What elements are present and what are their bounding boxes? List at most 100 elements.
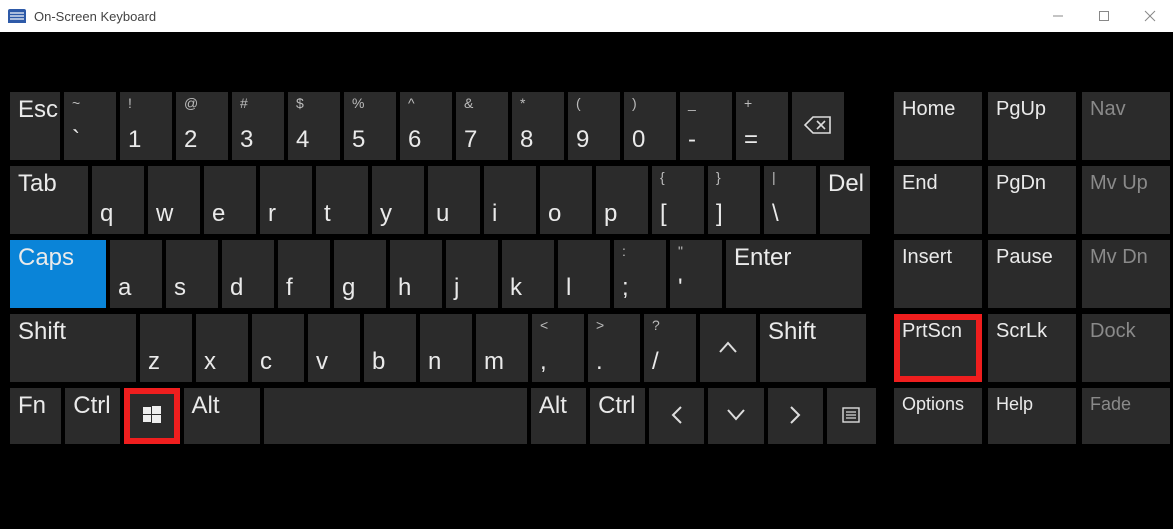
key-del[interactable]: Del — [820, 166, 870, 234]
key-y[interactable]: y — [372, 166, 424, 234]
key-c[interactable]: c — [252, 314, 304, 382]
key-9[interactable]: (9 — [568, 92, 620, 160]
key-5[interactable]: %5 — [344, 92, 396, 160]
row-5: Fn Ctrl Alt Alt Ctrl — [10, 388, 876, 444]
row-1: Esc ~` !1 @2 #3 $4 %5 ^6 &7 *8 (9 )0 _- … — [10, 92, 876, 160]
key-period[interactable]: >. — [588, 314, 640, 382]
key-arrow-down[interactable] — [708, 388, 763, 444]
key-help[interactable]: Help — [988, 388, 1076, 444]
key-enter[interactable]: Enter — [726, 240, 862, 308]
app-icon — [8, 9, 26, 23]
key-o[interactable]: o — [540, 166, 592, 234]
key-arrow-left[interactable] — [649, 388, 704, 444]
key-context-menu[interactable] — [827, 388, 876, 444]
key-0[interactable]: )0 — [624, 92, 676, 160]
maximize-icon — [1098, 10, 1110, 22]
key-equals[interactable]: += — [736, 92, 788, 160]
key-pause[interactable]: Pause — [988, 240, 1076, 308]
key-right-bracket[interactable]: }] — [708, 166, 760, 234]
row-2: Tab q w e r t y u i o p {[ }] |\ Del — [10, 166, 876, 234]
key-backspace[interactable] — [792, 92, 844, 160]
key-j[interactable]: j — [446, 240, 498, 308]
maximize-button[interactable] — [1081, 0, 1127, 32]
key-m[interactable]: m — [476, 314, 528, 382]
key-h[interactable]: h — [390, 240, 442, 308]
key-1[interactable]: !1 — [120, 92, 172, 160]
key-ctrl-right[interactable]: Ctrl — [590, 388, 645, 444]
key-space[interactable] — [264, 388, 527, 444]
key-backslash[interactable]: |\ — [764, 166, 816, 234]
key-n[interactable]: n — [420, 314, 472, 382]
key-scrlk[interactable]: ScrLk — [988, 314, 1076, 382]
close-button[interactable] — [1127, 0, 1173, 32]
key-alt-left[interactable]: Alt — [184, 388, 261, 444]
key-4[interactable]: $4 — [288, 92, 340, 160]
key-backtick[interactable]: ~` — [64, 92, 116, 160]
key-b[interactable]: b — [364, 314, 416, 382]
key-l[interactable]: l — [558, 240, 610, 308]
key-arrow-right[interactable] — [768, 388, 823, 444]
key-tab[interactable]: Tab — [10, 166, 88, 234]
chevron-left-icon — [669, 404, 685, 426]
key-f[interactable]: f — [278, 240, 330, 308]
key-comma[interactable]: <, — [532, 314, 584, 382]
key-v[interactable]: v — [308, 314, 360, 382]
key-shift-left[interactable]: Shift — [10, 314, 136, 382]
key-pgdn[interactable]: PgDn — [988, 166, 1076, 234]
key-u[interactable]: u — [428, 166, 480, 234]
key-insert[interactable]: Insert — [894, 240, 982, 308]
key-left-bracket[interactable]: {[ — [652, 166, 704, 234]
key-dock[interactable]: Dock — [1082, 314, 1170, 382]
key-s[interactable]: s — [166, 240, 218, 308]
key-alt-right[interactable]: Alt — [531, 388, 586, 444]
key-shift-right[interactable]: Shift — [760, 314, 866, 382]
key-a[interactable]: a — [110, 240, 162, 308]
key-w[interactable]: w — [148, 166, 200, 234]
key-7[interactable]: &7 — [456, 92, 508, 160]
key-slash[interactable]: ?/ — [644, 314, 696, 382]
key-quote[interactable]: "' — [670, 240, 722, 308]
key-q[interactable]: q — [92, 166, 144, 234]
key-e[interactable]: e — [204, 166, 256, 234]
key-6[interactable]: ^6 — [400, 92, 452, 160]
key-p[interactable]: p — [596, 166, 648, 234]
key-minus[interactable]: _- — [680, 92, 732, 160]
key-d[interactable]: d — [222, 240, 274, 308]
key-fade[interactable]: Fade — [1082, 388, 1170, 444]
key-pgup[interactable]: PgUp — [988, 92, 1076, 160]
key-k[interactable]: k — [502, 240, 554, 308]
key-arrow-up[interactable] — [700, 314, 756, 382]
menu-icon — [842, 407, 860, 423]
row-3: Caps a s d f g h j k l :; "' Enter — [10, 240, 876, 308]
key-prtscn[interactable]: PrtScn — [894, 314, 982, 382]
chevron-right-icon — [787, 404, 803, 426]
key-r[interactable]: r — [260, 166, 312, 234]
key-semicolon[interactable]: :; — [614, 240, 666, 308]
key-8[interactable]: *8 — [512, 92, 564, 160]
window-title: On-Screen Keyboard — [34, 9, 156, 24]
key-home[interactable]: Home — [894, 92, 982, 160]
key-ctrl-left[interactable]: Ctrl — [65, 388, 120, 444]
key-z[interactable]: z — [140, 314, 192, 382]
key-caps[interactable]: Caps — [10, 240, 106, 308]
key-nav[interactable]: Nav — [1082, 92, 1170, 160]
key-3[interactable]: #3 — [232, 92, 284, 160]
windows-icon — [142, 405, 162, 425]
key-t[interactable]: t — [316, 166, 368, 234]
key-esc[interactable]: Esc — [10, 92, 60, 160]
keyboard-area: Esc ~` !1 @2 #3 $4 %5 ^6 &7 *8 (9 )0 _- … — [0, 32, 1173, 529]
main-key-cluster: Esc ~` !1 @2 #3 $4 %5 ^6 &7 *8 (9 )0 _- … — [10, 92, 876, 519]
key-i[interactable]: i — [484, 166, 536, 234]
key-g[interactable]: g — [334, 240, 386, 308]
key-options[interactable]: Options — [894, 388, 982, 444]
key-mv-up[interactable]: Mv Up — [1082, 166, 1170, 234]
chevron-up-icon — [717, 339, 739, 355]
key-mv-dn[interactable]: Mv Dn — [1082, 240, 1170, 308]
key-end[interactable]: End — [894, 166, 982, 234]
key-windows[interactable] — [124, 388, 179, 444]
minimize-button[interactable] — [1035, 0, 1081, 32]
key-fn[interactable]: Fn — [10, 388, 61, 444]
key-x[interactable]: x — [196, 314, 248, 382]
key-2[interactable]: @2 — [176, 92, 228, 160]
row-4: Shift z x c v b n m <, >. ?/ Shift — [10, 314, 876, 382]
